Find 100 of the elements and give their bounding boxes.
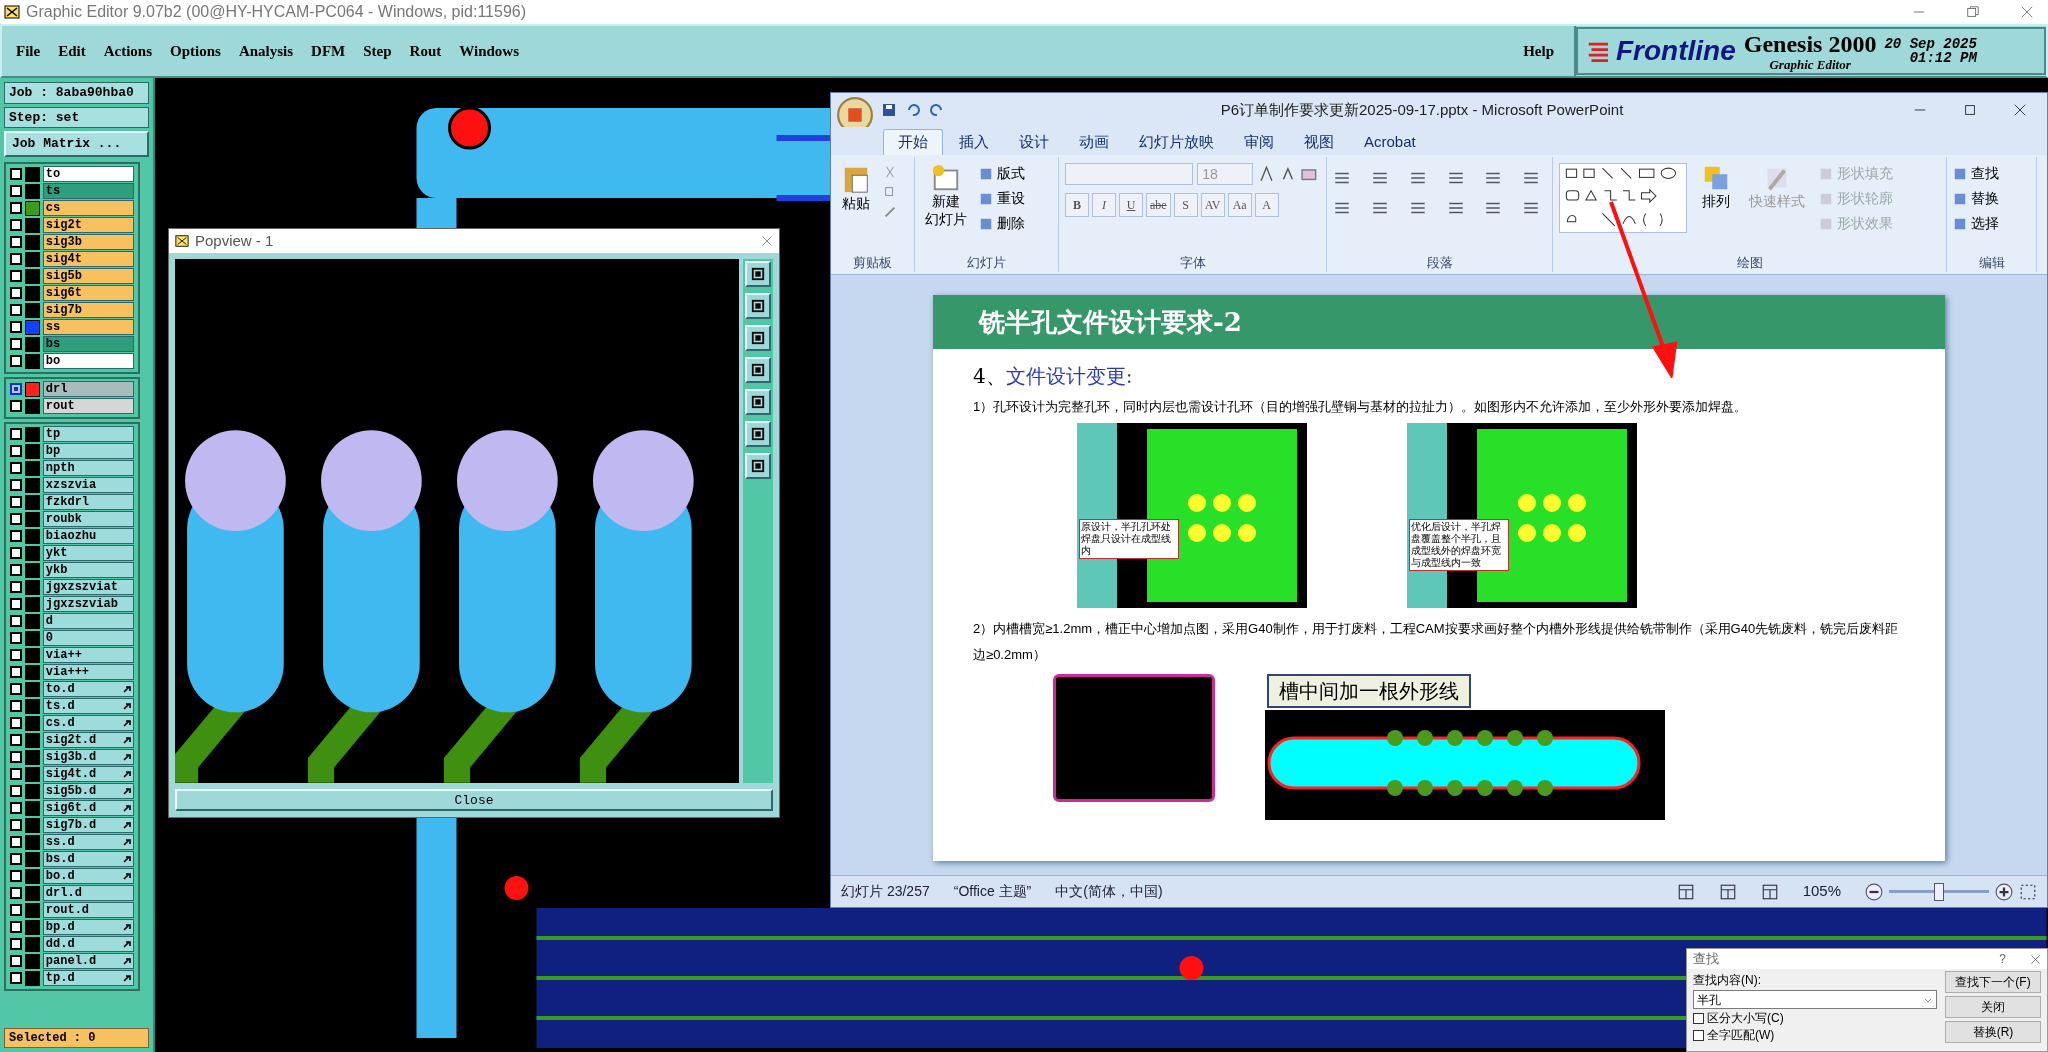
layer-checkbox[interactable] xyxy=(10,955,22,967)
view-tool-button[interactable] xyxy=(745,357,771,383)
ribbon-tab[interactable]: Acrobat xyxy=(1350,129,1430,155)
layer-item[interactable]: sig4t xyxy=(42,251,134,267)
layer-checkbox[interactable] xyxy=(10,547,22,559)
layer-item[interactable]: npth xyxy=(42,460,134,476)
ribbon-tab[interactable]: 开始 xyxy=(883,129,943,155)
layer-checkbox[interactable] xyxy=(10,972,22,984)
layer-checkbox[interactable] xyxy=(10,304,22,316)
layer-checkbox[interactable] xyxy=(10,445,22,457)
dialog-button[interactable]: 查找下一个(F) xyxy=(1945,971,2041,993)
layer-checkbox[interactable] xyxy=(10,383,22,395)
layer-item[interactable]: panel.d xyxy=(42,953,134,969)
layer-item[interactable]: rout xyxy=(42,398,134,414)
layer-checkbox[interactable] xyxy=(10,581,22,593)
layer-checkbox[interactable] xyxy=(10,321,22,333)
layer-checkbox[interactable] xyxy=(10,270,22,282)
layer-checkbox[interactable] xyxy=(10,185,22,197)
layer-item[interactable]: ts xyxy=(42,183,134,199)
menu-item[interactable]: Step xyxy=(363,39,392,63)
ribbon-large-button[interactable]: 排列 xyxy=(1697,163,1735,211)
layer-item[interactable]: sig4t.d xyxy=(42,766,134,782)
layer-item[interactable]: ss xyxy=(42,319,134,335)
font-format-button[interactable]: A xyxy=(1254,193,1279,217)
layer-checkbox[interactable] xyxy=(10,717,22,729)
layer-checkbox[interactable] xyxy=(10,870,22,882)
layer-checkbox[interactable] xyxy=(10,428,22,440)
layer-item[interactable]: sig7b.d xyxy=(42,817,134,833)
layer-checkbox[interactable] xyxy=(10,887,22,899)
layer-checkbox[interactable] xyxy=(10,287,22,299)
layer-checkbox[interactable] xyxy=(10,819,22,831)
font-format-button[interactable]: S xyxy=(1173,193,1198,217)
view-tool-button[interactable] xyxy=(745,325,771,351)
view-tool-button[interactable] xyxy=(745,293,771,319)
layer-item[interactable]: d xyxy=(42,613,134,629)
menu-item[interactable]: Analysis xyxy=(238,39,294,63)
layer-item[interactable]: sig3b.d xyxy=(42,749,134,765)
find-input[interactable]: 半孔 xyxy=(1693,990,1937,1009)
layer-checkbox[interactable] xyxy=(10,598,22,610)
ribbon-large-button[interactable]: 粘贴 xyxy=(837,163,875,213)
layer-item[interactable]: cs.d xyxy=(42,715,134,731)
layer-checkbox[interactable] xyxy=(10,938,22,950)
layer-checkbox[interactable] xyxy=(10,802,22,814)
layer-checkbox[interactable] xyxy=(10,219,22,231)
font-format-button[interactable]: U xyxy=(1119,193,1143,217)
font-name-field[interactable] xyxy=(1065,163,1194,185)
layer-checkbox[interactable] xyxy=(10,253,22,265)
ribbon-small-button[interactable]: 重设 xyxy=(979,188,1025,209)
layer-checkbox[interactable] xyxy=(10,666,22,678)
ribbon-tab[interactable]: 视图 xyxy=(1290,129,1348,155)
layer-checkbox[interactable] xyxy=(10,904,22,916)
ribbon-tab[interactable]: 审阅 xyxy=(1230,129,1288,155)
layer-checkbox[interactable] xyxy=(10,168,22,180)
layer-checkbox[interactable] xyxy=(10,496,22,508)
layer-item[interactable]: via++ xyxy=(42,647,134,663)
view-tool-button[interactable] xyxy=(745,421,771,447)
font-format-button[interactable]: I xyxy=(1092,193,1116,217)
view-tool-button[interactable] xyxy=(745,261,771,287)
menu-item[interactable]: DFM xyxy=(311,39,346,63)
menu-item[interactable]: Rout xyxy=(409,39,442,63)
ribbon-small-button[interactable]: 替换 xyxy=(1953,188,2030,209)
shapes-gallery-drawing[interactable] xyxy=(1559,163,1687,233)
layer-item[interactable]: rout.d xyxy=(42,902,134,918)
layer-item[interactable]: fzkdrl xyxy=(42,494,134,510)
layer-item[interactable]: sig6t.d xyxy=(42,800,134,816)
layer-item[interactable]: dd.d xyxy=(42,936,134,952)
ribbon-small-button[interactable]: 版式 xyxy=(979,163,1025,184)
layer-item[interactable]: bo.d xyxy=(42,868,134,884)
layer-item[interactable]: cs xyxy=(42,200,134,216)
layer-item[interactable]: xzszvia xyxy=(42,477,134,493)
ribbon-small-button[interactable]: 删除 xyxy=(979,213,1025,234)
layer-checkbox[interactable] xyxy=(10,921,22,933)
menu-item[interactable]: Windows xyxy=(459,39,519,63)
layer-checkbox[interactable] xyxy=(10,615,22,627)
dialog-button[interactable]: 替换(R) xyxy=(1945,1021,2041,1043)
layer-checkbox[interactable] xyxy=(10,202,22,214)
font-format-button[interactable]: abe xyxy=(1146,193,1171,217)
layer-checkbox[interactable] xyxy=(10,734,22,746)
layer-checkbox[interactable] xyxy=(10,479,22,491)
layer-item[interactable]: jgxzszviab xyxy=(42,596,134,612)
layer-checkbox[interactable] xyxy=(10,785,22,797)
ribbon-small-button[interactable]: 选择 xyxy=(1953,213,2030,234)
layer-checkbox[interactable] xyxy=(10,836,22,848)
view-tool-button[interactable] xyxy=(745,389,771,415)
layer-checkbox[interactable] xyxy=(10,530,22,542)
checkbox[interactable] xyxy=(1693,1029,1704,1041)
layer-item[interactable]: to.d xyxy=(42,681,134,697)
ribbon-tab[interactable]: 动画 xyxy=(1065,129,1123,155)
layer-item[interactable]: via+++ xyxy=(42,664,134,680)
layer-item[interactable]: bs xyxy=(42,336,134,352)
layer-checkbox[interactable] xyxy=(10,236,22,248)
layer-checkbox[interactable] xyxy=(10,683,22,695)
layer-item[interactable]: sig2t xyxy=(42,217,134,233)
layer-item[interactable]: drl xyxy=(42,381,134,397)
layer-item[interactable]: bs.d xyxy=(42,851,134,867)
layer-item[interactable]: jgxzszviat xyxy=(42,579,134,595)
font-format-button[interactable]: Aa xyxy=(1227,193,1252,217)
layer-item[interactable]: sig6t xyxy=(42,285,134,301)
layer-checkbox[interactable] xyxy=(10,338,22,350)
layer-item[interactable]: sig5b.d xyxy=(42,783,134,799)
